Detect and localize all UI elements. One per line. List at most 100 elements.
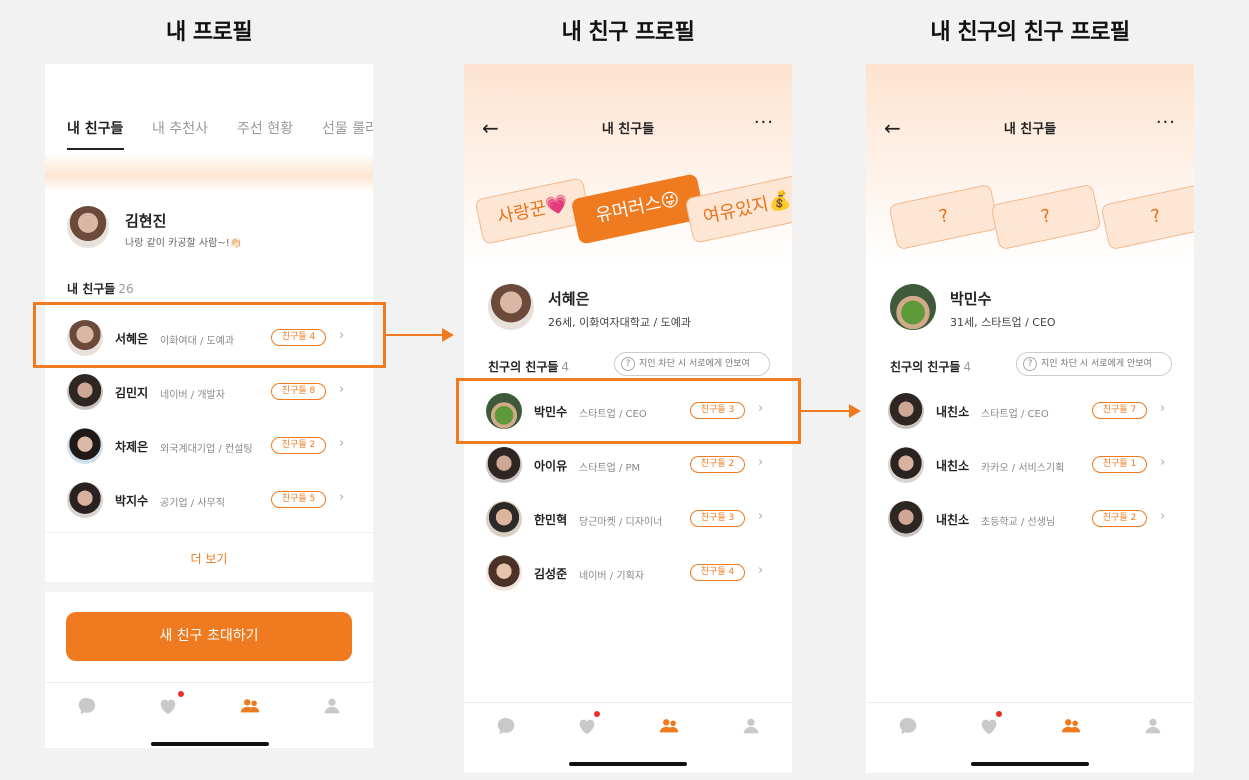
chevron-right-icon: ›: [758, 509, 764, 524]
friends-count-badge[interactable]: 친구들 8: [271, 383, 326, 400]
profile-icon[interactable]: [1142, 715, 1164, 737]
chat-icon[interactable]: [897, 715, 919, 737]
friend-info: 스타트업 / CEO: [981, 409, 1049, 420]
avatar: [888, 393, 924, 429]
friend-name: 내친소: [936, 459, 970, 473]
tab-underline: [67, 148, 124, 150]
page-title: 내 친구들: [1003, 122, 1057, 137]
profile-name: 박민수: [950, 290, 992, 308]
invite-button[interactable]: 새 친구 초대하기: [66, 612, 352, 661]
more-icon[interactable]: ···: [1156, 112, 1176, 133]
arrow-right-icon: [849, 404, 861, 418]
friend-name: 아이유: [534, 459, 568, 473]
profile-name: 서혜은: [548, 290, 590, 308]
bottom-tab-bar: [464, 702, 792, 746]
more-button[interactable]: 더 보기: [45, 550, 373, 567]
avatar: [67, 482, 103, 518]
chevron-right-icon: ›: [339, 490, 345, 505]
friend-name: 차제은: [115, 440, 149, 454]
more-icon[interactable]: ···: [754, 112, 774, 133]
friends-count-badge[interactable]: 친구들 4: [690, 564, 745, 581]
top-bar: ← 내 친구들 ···: [866, 112, 1194, 144]
tab-my-friends[interactable]: 내 친구들: [67, 118, 123, 138]
notification-dot: [178, 691, 184, 697]
friends-count-badge[interactable]: 친구들 2: [271, 437, 326, 454]
heart-icon[interactable]: [978, 711, 1002, 737]
title-fof-profile: 내 친구의 친구 프로필: [930, 20, 1130, 45]
profile-info: 31세, 스타트업 / CEO: [950, 316, 1056, 329]
tab-matching-status[interactable]: 주선 현황: [237, 118, 293, 138]
section-fof: 친구의 친구들 4: [890, 358, 971, 375]
block-hint[interactable]: ? 지인 차단 시 서로에게 안보여: [614, 352, 770, 376]
friend-info: 외국계대기업 / 컨설팅: [160, 444, 253, 455]
section-count: 4: [561, 360, 570, 374]
notification-dot: [594, 711, 600, 717]
page-title: 내 친구들: [601, 122, 655, 137]
chevron-right-icon: ›: [758, 455, 764, 470]
friends-count-badge[interactable]: 친구들 3: [690, 510, 745, 527]
bottom-tab-bar: [866, 702, 1194, 746]
hint-text: 지인 차단 시 서로에게 안보여: [639, 359, 750, 369]
top-tabs-bg: [45, 64, 373, 152]
chevron-right-icon: ›: [1160, 509, 1166, 524]
avatar: [888, 447, 924, 483]
tab-gift-ruler[interactable]: 선물 룰러: [322, 118, 373, 138]
friends-count-badge[interactable]: 친구들 5: [271, 491, 326, 508]
chevron-right-icon: ›: [339, 436, 345, 451]
friends-count-badge[interactable]: 친구들 2: [1092, 510, 1147, 527]
avatar[interactable]: [67, 206, 109, 248]
chat-icon[interactable]: [76, 695, 98, 717]
home-indicator: [971, 762, 1089, 766]
phone-my-profile: 내 친구들 내 추천사 주선 현황 선물 룰러 김현진 나랑 같이 카공할 사람…: [45, 64, 373, 748]
friend-info: 네이버 / 개발자: [160, 390, 225, 401]
friend-info: 초등학교 / 선생님: [981, 517, 1056, 528]
bottom-tab-bar: [45, 682, 373, 726]
heart-icon[interactable]: [157, 691, 184, 717]
friend-info: 카카오 / 서비스기획: [981, 463, 1065, 474]
chevron-right-icon: ›: [1160, 455, 1166, 470]
chat-icon[interactable]: [495, 715, 517, 737]
friends-icon[interactable]: [239, 695, 261, 717]
tab-my-recommend[interactable]: 내 추천사: [152, 118, 208, 138]
friends-count-badge[interactable]: 친구들 7: [1092, 402, 1147, 419]
friend-info: 당근마켓 / 디자이너: [579, 517, 663, 528]
section-label: 내 친구들: [67, 282, 116, 296]
section-my-friends: 내 친구들 26: [67, 280, 134, 297]
friend-name: 내친소: [936, 513, 970, 527]
chevron-right-icon: ›: [758, 563, 764, 578]
friend-name: 내친소: [936, 405, 970, 419]
friends-count-badge[interactable]: 친구들 2: [690, 456, 745, 473]
avatar: [486, 501, 522, 537]
friends-icon[interactable]: [658, 715, 680, 737]
section-label: 친구의 친구들: [488, 360, 559, 374]
gradient-strip: [45, 152, 373, 192]
section-count: 4: [963, 360, 972, 374]
profile-icon[interactable]: [740, 715, 762, 737]
arrow-right-icon: [442, 328, 454, 342]
title-friend-profile: 내 친구 프로필: [561, 20, 695, 45]
avatar: [486, 447, 522, 483]
heart-icon[interactable]: [576, 711, 600, 737]
profile-info: 26세, 이화여자대학교 / 도예과: [548, 316, 692, 329]
friend-info: 공기업 / 사무직: [160, 498, 225, 509]
avatar: [67, 428, 103, 464]
avatar[interactable]: [488, 284, 534, 330]
chevron-right-icon: ›: [339, 382, 345, 397]
friend-name: 한민혁: [534, 513, 568, 527]
arrow-line: [386, 334, 442, 336]
friend-name: 김성준: [534, 567, 568, 581]
avatar: [486, 555, 522, 591]
my-status: 나랑 같이 카공할 사람~!👏🏻: [125, 238, 243, 249]
chevron-right-icon: ›: [1160, 401, 1166, 416]
avatar: [888, 501, 924, 537]
title-my-profile: 내 프로필: [165, 20, 253, 45]
friends-icon[interactable]: [1060, 715, 1082, 737]
avatar[interactable]: [890, 284, 936, 330]
friend-info: 스타트업 / PM: [579, 463, 641, 474]
notification-dot: [996, 711, 1002, 717]
friends-count-badge[interactable]: 친구들 1: [1092, 456, 1147, 473]
block-hint[interactable]: ? 지인 차단 시 서로에게 안보여: [1016, 352, 1172, 376]
arrow-line: [801, 410, 849, 412]
profile-icon[interactable]: [321, 695, 343, 717]
highlight-box: [33, 302, 386, 368]
